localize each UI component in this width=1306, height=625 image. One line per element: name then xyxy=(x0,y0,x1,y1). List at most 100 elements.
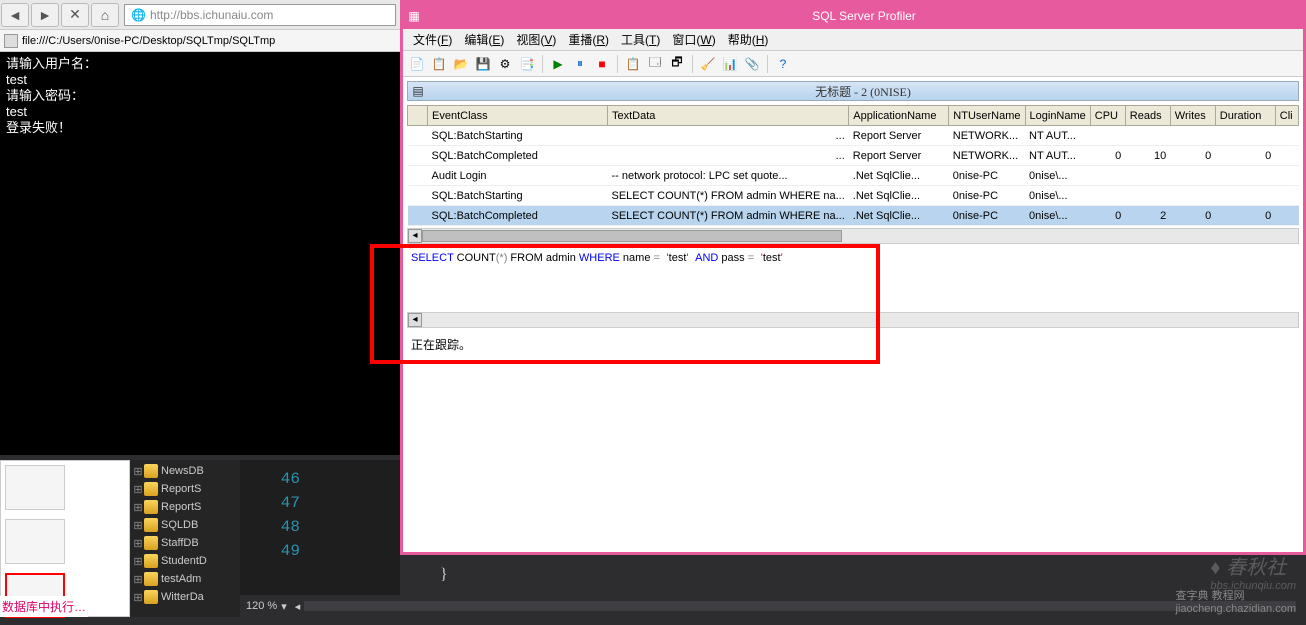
template-button[interactable]: 📑 xyxy=(517,54,537,74)
db-tree: ⊞NewsDB ⊞ReportS ⊞ReportS ⊞SQLDB ⊞StaffD… xyxy=(130,460,240,617)
code-brace: } xyxy=(440,566,448,584)
menubar: 文件(F) 编辑(E) 视图(V) 重播(R) 工具(T) 窗口(W) 帮助(H) xyxy=(403,29,1303,51)
menu-f[interactable]: 文件(F) xyxy=(413,31,452,48)
console-line: 请输入密码： xyxy=(6,88,394,104)
database-icon xyxy=(144,500,158,514)
scroll-left-icon[interactable]: ◂ xyxy=(295,600,301,613)
sql-detail-pane[interactable]: SELECT COUNT(*) FROM admin WHERE name = … xyxy=(407,248,1299,308)
zoom-dropdown-icon[interactable]: ▾ xyxy=(281,600,287,613)
expand-icon[interactable]: ⊞ xyxy=(132,537,144,550)
trace-grid[interactable]: EventClassTextDataApplicationNameNTUserN… xyxy=(407,105,1299,226)
column-header[interactable]: TextData xyxy=(608,106,849,126)
line-number: 48 xyxy=(281,518,300,536)
open-button[interactable]: 📂 xyxy=(451,54,471,74)
find-button[interactable]: 🗔 xyxy=(645,54,665,74)
profiler-window: ▦ SQL Server Profiler 文件(F) 编辑(E) 视图(V) 重播(… xyxy=(400,0,1306,555)
tree-item[interactable]: ⊞NewsDB xyxy=(132,462,238,480)
new-template-button[interactable]: 📋 xyxy=(429,54,449,74)
bookmark-button[interactable]: 📎 xyxy=(742,54,762,74)
expand-icon[interactable]: ⊞ xyxy=(132,519,144,532)
trace-icon: ▤ xyxy=(408,84,428,98)
reload-button[interactable]: ✕ xyxy=(61,3,89,27)
expand-icon[interactable]: ⊞ xyxy=(132,501,144,514)
expand-icon[interactable]: ⊞ xyxy=(132,591,144,604)
table-row[interactable]: SQL:BatchCompleted...Report ServerNETWOR… xyxy=(408,146,1299,166)
database-icon xyxy=(144,572,158,586)
status-text: 正在跟踪。 xyxy=(407,332,1299,352)
titlebar[interactable]: ▦ SQL Server Profiler xyxy=(403,3,1303,29)
database-icon xyxy=(144,536,158,550)
url-bar[interactable]: 🌐http://bbs.ichunaiu.com xyxy=(124,4,396,26)
database-icon xyxy=(144,554,158,568)
column-header[interactable]: NTUserName xyxy=(949,106,1025,126)
tree-item[interactable]: ⊞ReportS xyxy=(132,498,238,516)
run-button[interactable]: ▶ xyxy=(548,54,568,74)
column-header[interactable]: LoginName xyxy=(1025,106,1090,126)
thumbnail[interactable] xyxy=(5,519,65,564)
console[interactable]: 请输入用户名： test 请输入密码： test 登录失败！ xyxy=(0,52,400,455)
copy-button[interactable]: 📋 xyxy=(623,54,643,74)
back-button[interactable]: ◄ xyxy=(1,3,29,27)
column-header[interactable]: ApplicationName xyxy=(849,106,949,126)
column-header[interactable]: Writes xyxy=(1170,106,1215,126)
table-row[interactable]: Audit Login-- network protocol: LPC set … xyxy=(408,166,1299,186)
save-button[interactable]: 💾 xyxy=(473,54,493,74)
stop-button[interactable]: ■ xyxy=(592,54,612,74)
expand-icon[interactable]: ⊞ xyxy=(132,555,144,568)
credit: 查字典 教程网 jiaocheng.chazidian.com xyxy=(1176,587,1296,615)
filter-button[interactable]: 📊 xyxy=(720,54,740,74)
toolbar: 📄 📋 📂 💾 ⚙ 📑 ▶ ⏸ ■ 📋 🗔 🗗 🧹 📊 📎 ? xyxy=(403,51,1303,77)
database-icon xyxy=(144,518,158,532)
new-trace-button[interactable]: 📄 xyxy=(407,54,427,74)
menu-r[interactable]: 重播(R) xyxy=(568,31,609,48)
zoom-bar: 120 % ▾ ◂ xyxy=(240,595,1306,617)
expand-icon[interactable]: ⊞ xyxy=(132,573,144,586)
code-gutter: 46 47 48 49 } xyxy=(240,460,400,617)
trace-header: ▤ 无标题 - 2 (0NISE) xyxy=(407,81,1299,101)
scroll-thumb[interactable] xyxy=(422,230,842,242)
column-header[interactable]: EventClass xyxy=(428,106,608,126)
home-button[interactable]: ⌂ xyxy=(91,3,119,27)
menu-e[interactable]: 编辑(E) xyxy=(464,31,504,48)
thumbnail[interactable] xyxy=(5,465,65,510)
menu-t[interactable]: 工具(T) xyxy=(621,31,660,48)
column-header[interactable]: Reads xyxy=(1125,106,1170,126)
sql-scrollbar[interactable]: ◂ xyxy=(407,312,1299,328)
scroll-left-button[interactable]: ◂ xyxy=(408,313,422,327)
tree-item[interactable]: ⊞ReportS xyxy=(132,480,238,498)
console-line: test xyxy=(6,104,394,120)
tree-item[interactable]: ⊞SQLDB xyxy=(132,516,238,534)
trace-title: 无标题 - 2 (0NISE) xyxy=(428,83,1298,100)
tab-title[interactable]: file:///C:/Users/0nise-PC/Desktop/SQLTmp… xyxy=(22,35,275,47)
menu-w[interactable]: 窗口(W) xyxy=(672,31,715,48)
menu-v[interactable]: 视图(V) xyxy=(516,31,556,48)
column-header[interactable]: CPU xyxy=(1090,106,1125,126)
database-icon xyxy=(144,590,158,604)
globe-icon: 🌐 xyxy=(131,8,146,22)
menu-h[interactable]: 帮助(H) xyxy=(728,31,769,48)
table-row[interactable]: SQL:BatchStarting...Report ServerNETWORK… xyxy=(408,126,1299,146)
console-line: 登录失败！ xyxy=(6,120,394,136)
table-row[interactable]: SQL:BatchCompletedSELECT COUNT(*) FROM a… xyxy=(408,206,1299,226)
column-header[interactable]: Duration xyxy=(1215,106,1275,126)
expand-icon[interactable]: ⊞ xyxy=(132,465,144,478)
expand-icon[interactable]: ⊞ xyxy=(132,483,144,496)
forward-button[interactable]: ► xyxy=(31,3,59,27)
tree-item[interactable]: ⊞StaffDB xyxy=(132,534,238,552)
scroll-left-button[interactable]: ◂ xyxy=(408,229,422,243)
properties-button[interactable]: ⚙ xyxy=(495,54,515,74)
column-header[interactable]: Cli xyxy=(1275,106,1298,126)
clear-button[interactable]: 🧹 xyxy=(698,54,718,74)
zoom-level[interactable]: 120 % xyxy=(246,600,277,612)
pause-button[interactable]: ⏸ xyxy=(570,54,590,74)
tree-item[interactable]: ⊞testAdm xyxy=(132,570,238,588)
grid-scrollbar[interactable]: ◂ xyxy=(407,228,1299,244)
table-row[interactable]: SQL:BatchStartingSELECT COUNT(*) FROM ad… xyxy=(408,186,1299,206)
help-button[interactable]: ? xyxy=(773,54,793,74)
horizontal-scrollbar[interactable] xyxy=(304,601,1296,611)
line-number: 49 xyxy=(281,542,300,560)
window-title: SQL Server Profiler xyxy=(425,9,1303,23)
window-button[interactable]: 🗗 xyxy=(667,54,687,74)
tree-item[interactable]: ⊞StudentD xyxy=(132,552,238,570)
tree-item[interactable]: ⊞WitterDa xyxy=(132,588,238,606)
